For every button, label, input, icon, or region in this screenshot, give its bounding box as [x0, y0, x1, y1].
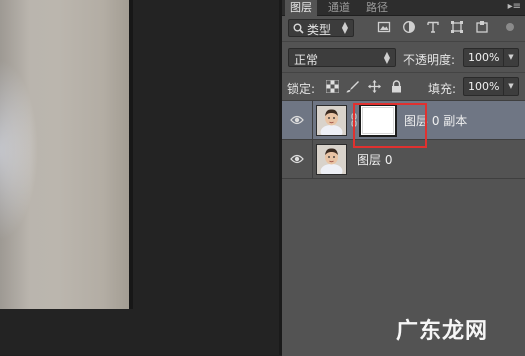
layer-thumbnail[interactable]: [316, 105, 347, 136]
eye-icon[interactable]: [290, 153, 304, 165]
visibility-column: [282, 140, 313, 178]
fill-field[interactable]: 100% ▼: [463, 77, 519, 96]
panel-tab-bar: 图层 通道 路径 ▸≡: [282, 0, 525, 16]
tab-layers[interactable]: 图层: [285, 0, 317, 16]
filter-row: 类型 ▲ ▼: [282, 16, 525, 40]
fill-label: 填充:: [428, 82, 457, 96]
layer-row-copy[interactable]: 图层 0 副本: [282, 101, 525, 148]
opacity-field[interactable]: 100% ▼: [463, 48, 519, 67]
opacity-value: 100%: [468, 51, 500, 64]
blend-mode-select[interactable]: 正常 ▲ ▼: [288, 48, 396, 67]
opacity-dropdown-icon[interactable]: ▼: [503, 49, 518, 66]
blend-mode-value: 正常: [294, 53, 319, 67]
opacity-label: 不透明度:: [403, 53, 456, 67]
tab-paths[interactable]: 路径: [361, 0, 393, 15]
filter-kind-select[interactable]: 类型 ▲ ▼: [288, 19, 354, 37]
shape-filter-icon[interactable]: [450, 20, 464, 34]
text-filter-icon[interactable]: [426, 20, 440, 34]
visibility-column: [282, 101, 313, 139]
watermark-text: 广东龙网: [396, 319, 489, 344]
fill-value: 100%: [468, 80, 500, 93]
canvas-edge-shadow: [129, 0, 133, 309]
adjustment-filter-icon[interactable]: [402, 20, 416, 34]
layer-name[interactable]: 图层 0: [357, 151, 392, 168]
lock-position-icon[interactable]: [368, 80, 381, 93]
canvas-area[interactable]: [0, 0, 281, 355]
filter-kind-label: 类型: [307, 23, 332, 37]
document-image: [0, 0, 129, 309]
lock-image-icon[interactable]: [346, 80, 359, 93]
layer-thumbnail[interactable]: [316, 144, 347, 175]
lock-label: 锁定:: [287, 82, 316, 96]
layer-row-original[interactable]: 图层 0: [282, 140, 525, 179]
updown-arrows-icon: ▲ ▼: [341, 20, 348, 35]
tab-channels[interactable]: 通道: [323, 0, 355, 15]
search-icon: [293, 23, 304, 34]
lock-all-icon[interactable]: [390, 80, 403, 93]
updown-arrows-icon: ▲ ▼: [383, 50, 390, 65]
smart-object-filter-icon[interactable]: [475, 20, 489, 34]
filter-toggle-icon[interactable]: [505, 22, 515, 32]
eye-icon[interactable]: [290, 114, 304, 126]
panel-menu-icon[interactable]: ▸≡: [508, 1, 521, 12]
image-filter-icon[interactable]: [377, 20, 391, 34]
fill-dropdown-icon[interactable]: ▼: [503, 78, 518, 95]
lock-transparent-icon[interactable]: [326, 80, 339, 93]
layers-panel: 图层 通道 路径 ▸≡ 类型 ▲ ▼ 正常 ▲ ▼ 不透明度: 100% ▼ 锁…: [282, 0, 525, 356]
lock-row: 锁定: 填充: 100% ▼: [282, 72, 525, 100]
blend-row: 正常 ▲ ▼ 不透明度: 100% ▼: [282, 41, 525, 72]
